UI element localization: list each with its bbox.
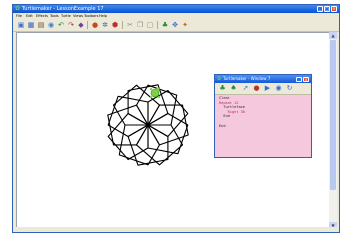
code-window-toolbar: ♣ ♠ ➚ ● ▶ ◉ ↻ [215,83,311,95]
toolbar: ▣ ▦ ▤ ◉ ↶ ↷ ◆ ● ✲ ⬢ ✂ ❐ ▢ ♣ ✥ ✦ [13,19,339,32]
play-icon[interactable]: ▶ [263,84,272,93]
stop-icon[interactable]: ● [252,84,261,93]
code-editor[interactable]: Clear Repeat 12 Turtleface Right 30 End … [219,96,245,128]
cut-icon[interactable]: ✂ [126,21,134,29]
maximize-button[interactable]: □ [324,6,330,12]
close-button[interactable]: × [331,6,337,12]
scrollbar-thumb[interactable] [330,40,336,190]
save-icon[interactable]: ▦ [27,21,35,29]
eye-icon[interactable]: ◉ [274,84,283,93]
arrow-icon[interactable]: ➚ [241,84,250,93]
copy-icon[interactable]: ❐ [136,21,144,29]
toolbar-separator [87,21,88,29]
title-bar[interactable]: ✿ Turtlemaker - LessonExample 17 _ □ × [13,5,339,13]
turtle-app-icon: ✿ [15,5,21,12]
move-icon[interactable]: ✥ [171,21,179,29]
toolbar-separator [122,21,123,29]
circle-icon[interactable]: ● [91,21,99,29]
code-window-minimize-button[interactable]: _ [296,76,302,82]
turtle-cursor-icon [149,87,161,99]
paste-icon[interactable]: ▢ [146,21,154,29]
gear-icon[interactable]: ✲ [101,21,109,29]
refresh-icon[interactable]: ↻ [285,84,294,93]
undo-icon[interactable]: ↶ [57,21,65,29]
turtle-app-icon: ✿ [217,76,222,82]
run-icon[interactable]: ♠ [229,84,238,93]
code-window-close-button[interactable]: × [303,76,309,82]
stop-icon[interactable]: ⬢ [111,21,119,29]
vertical-scrollbar[interactable]: ▲ ▼ [329,32,337,229]
status-bar [13,227,339,232]
turtle-icon[interactable]: ♣ [218,84,227,93]
code-window: ✿ Turtlemaker - Window 7 _ × ♣ ♠ ➚ ● ▶ ◉… [214,74,312,158]
minimize-button[interactable]: _ [317,6,323,12]
toolbar-separator [157,21,158,29]
code-line: End [219,123,226,128]
color-icon[interactable]: ◆ [77,21,85,29]
code-window-title-bar[interactable]: ✿ Turtlemaker - Window 7 _ × [215,75,311,83]
redo-icon[interactable]: ↷ [67,21,75,29]
settings-icon[interactable]: ✦ [181,21,189,29]
window-title: Turtlemaker - LessonExample 17 [22,6,104,12]
scroll-up-icon[interactable]: ▲ [329,32,337,39]
new-icon[interactable]: ▣ [17,21,25,29]
turtle-icon[interactable]: ♣ [161,21,169,29]
open-icon[interactable]: ◉ [47,21,55,29]
print-icon[interactable]: ▤ [37,21,45,29]
code-window-title: Turtlemaker - Window 7 [223,76,271,81]
